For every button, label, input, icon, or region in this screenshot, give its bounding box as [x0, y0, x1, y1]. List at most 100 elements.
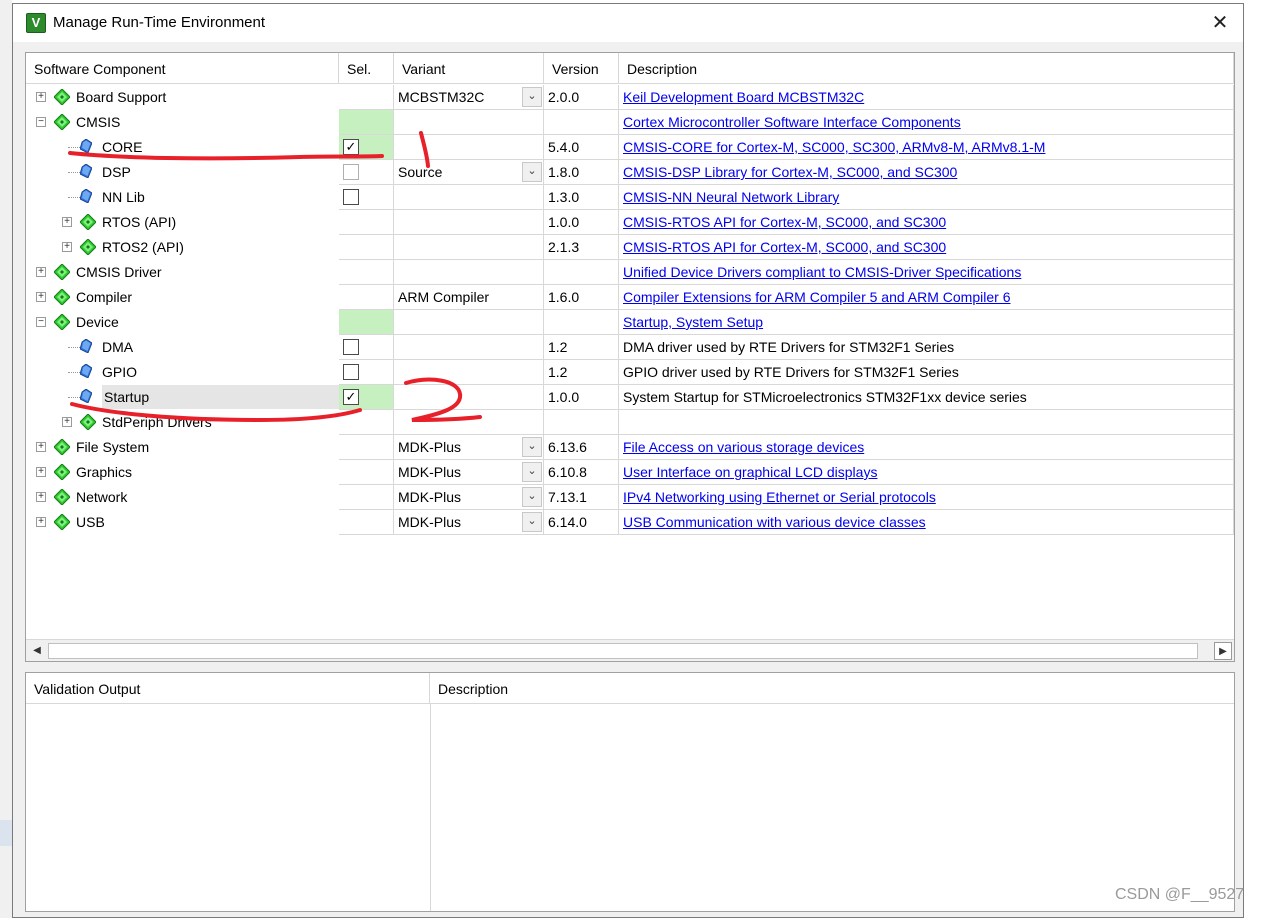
component-name[interactable]: DMA — [102, 335, 133, 359]
variant-dropdown-icon[interactable]: ⌄ — [522, 487, 542, 507]
component-row[interactable]: + USB MDK-Plus ⌄ 6.14.0 USB Communication wit… — [26, 510, 1234, 535]
collapse-minus-icon[interactable]: − — [36, 317, 46, 327]
variant-dropdown-icon[interactable]: ⌄ — [522, 437, 542, 457]
column-header-sel[interactable]: Sel. — [339, 53, 394, 84]
scroll-right-icon[interactable]: ▶ — [1214, 642, 1232, 660]
component-name[interactable]: Compiler — [76, 285, 132, 309]
column-header-version[interactable]: Version — [544, 53, 619, 84]
expand-plus-icon[interactable]: + — [36, 492, 46, 502]
column-header-description[interactable]: Description — [619, 53, 1234, 84]
version-cell: 2.0.0 — [544, 85, 619, 110]
select-checkbox[interactable] — [343, 364, 359, 380]
select-checkbox[interactable]: ✓ — [343, 389, 359, 405]
collapse-minus-icon[interactable]: − — [36, 117, 46, 127]
component-name[interactable]: Startup — [102, 385, 339, 409]
description-link[interactable]: CMSIS-RTOS API for Cortex-M, SC000, and … — [623, 239, 946, 255]
select-checkbox[interactable] — [343, 339, 359, 355]
component-name[interactable]: USB — [76, 510, 105, 534]
select-checkbox[interactable] — [343, 164, 359, 180]
component-name[interactable]: StdPeriph Drivers — [102, 410, 212, 434]
component-row[interactable]: + Board Support MCBSTM32C ⌄ 2.0.0 Keil Develo… — [26, 85, 1234, 110]
scroll-thumb[interactable] — [48, 643, 1198, 659]
description-link[interactable]: Compiler Extensions for ARM Compiler 5 a… — [623, 289, 1010, 305]
component-row[interactable]: − CMSIS Cortex Microcontroller Software In… — [26, 110, 1234, 135]
component-row[interactable]: DMA 1.2 DMA driver used by RTE Drivers for… — [26, 335, 1234, 360]
expand-plus-icon[interactable]: + — [36, 267, 46, 277]
expand-plus-icon[interactable]: + — [36, 92, 46, 102]
description-link[interactable]: USB Communication with various device cl… — [623, 514, 926, 530]
variant-dropdown-icon[interactable]: ⌄ — [522, 87, 542, 107]
component-row[interactable]: GPIO 1.2 GPIO driver used by RTE Drivers f… — [26, 360, 1234, 385]
expand-plus-icon[interactable]: + — [36, 517, 46, 527]
variant-value: MDK-Plus — [398, 514, 462, 530]
description-link[interactable]: Cortex Microcontroller Software Interfac… — [623, 114, 961, 130]
component-name[interactable]: RTOS2 (API) — [102, 235, 184, 259]
column-header-validation-description[interactable]: Description — [430, 673, 1234, 704]
component-row[interactable]: DSP Source ⌄ 1.8.0 CMSIS-DSP Library for Cor… — [26, 160, 1234, 185]
component-name[interactable]: GPIO — [102, 360, 137, 384]
expand-plus-icon[interactable]: + — [62, 242, 72, 252]
component-name[interactable]: Device — [76, 310, 119, 334]
component-row[interactable]: + RTOS (API) 1.0.0 CMSIS-RTOS API for Corte… — [26, 210, 1234, 235]
description-link[interactable]: CMSIS-CORE for Cortex-M, SC000, SC300, A… — [623, 139, 1045, 155]
component-name[interactable]: CORE — [102, 135, 142, 159]
component-row[interactable]: NN Lib 1.3.0 CMSIS-NN Neural Network Libra… — [26, 185, 1234, 210]
component-name[interactable]: CMSIS — [76, 110, 120, 134]
column-header-component[interactable]: Software Component — [26, 53, 339, 84]
variant-dropdown-icon[interactable]: ⌄ — [522, 462, 542, 482]
variant-dropdown-icon[interactable]: ⌄ — [522, 512, 542, 532]
component-name[interactable]: CMSIS Driver — [76, 260, 162, 284]
description-link[interactable]: File Access on various storage devices — [623, 439, 864, 455]
variant-cell[interactable]: MDK-Plus ⌄ — [394, 510, 544, 535]
column-header-validation-output[interactable]: Validation Output — [26, 673, 430, 704]
horizontal-scrollbar[interactable]: ◀ ▶ — [26, 639, 1234, 661]
description-link[interactable]: CMSIS-DSP Library for Cortex-M, SC000, a… — [623, 164, 957, 180]
select-checkbox[interactable]: ✓ — [343, 139, 359, 155]
description-link[interactable]: Startup, System Setup — [623, 314, 763, 330]
component-name[interactable]: NN Lib — [102, 185, 145, 209]
scroll-left-icon[interactable]: ◀ — [28, 642, 46, 660]
version-cell — [544, 310, 619, 335]
component-row[interactable]: + File System MDK-Plus ⌄ 6.13.6 File Access o… — [26, 435, 1234, 460]
component-row[interactable]: + RTOS2 (API) 2.1.3 CMSIS-RTOS API for Cort… — [26, 235, 1234, 260]
component-name[interactable]: Board Support — [76, 85, 166, 109]
variant-dropdown-icon[interactable]: ⌄ — [522, 162, 542, 182]
component-row[interactable]: + CMSIS Driver Unified Device Drivers comp… — [26, 260, 1234, 285]
expand-plus-icon[interactable]: + — [36, 292, 46, 302]
component-row[interactable]: + Graphics MDK-Plus ⌄ 6.10.8 User Interface o… — [26, 460, 1234, 485]
expand-plus-icon[interactable]: + — [36, 442, 46, 452]
component-row[interactable]: + StdPeriph Drivers — [26, 410, 1234, 435]
select-checkbox[interactable] — [343, 189, 359, 205]
description-link[interactable]: Keil Development Board MCBSTM32C — [623, 89, 864, 105]
close-button[interactable]: ✕ — [1197, 4, 1243, 42]
component-row[interactable]: Startup ✓ 1.0.0 System Startup for STMicroe… — [26, 385, 1234, 410]
variant-cell[interactable]: Source ⌄ — [394, 160, 544, 185]
component-row[interactable]: CORE ✓ 5.4.0 CMSIS-CORE for Cortex-M, SC000… — [26, 135, 1234, 160]
variant-cell[interactable]: MDK-Plus ⌄ — [394, 435, 544, 460]
description-link[interactable]: CMSIS-RTOS API for Cortex-M, SC000, and … — [623, 214, 946, 230]
variant-cell[interactable]: MDK-Plus ⌄ — [394, 485, 544, 510]
column-header-variant[interactable]: Variant — [394, 53, 544, 84]
title-bar[interactable]: V Manage Run-Time Environment ✕ — [13, 4, 1243, 42]
component-name[interactable]: Network — [76, 485, 127, 509]
description-link[interactable]: Unified Device Drivers compliant to CMSI… — [623, 264, 1021, 280]
expand-plus-icon[interactable]: + — [36, 467, 46, 477]
description-link[interactable]: CMSIS-NN Neural Network Library — [623, 189, 839, 205]
expand-plus-icon[interactable]: + — [62, 217, 72, 227]
component-name[interactable]: Graphics — [76, 460, 132, 484]
sel-cell — [339, 410, 394, 435]
description-link[interactable]: IPv4 Networking using Ethernet or Serial… — [623, 489, 936, 505]
component-name[interactable]: RTOS (API) — [102, 210, 176, 234]
component-row[interactable]: − Device Startup, System Setup — [26, 310, 1234, 335]
variant-cell[interactable]: MCBSTM32C ⌄ — [394, 85, 544, 110]
component-name[interactable]: File System — [76, 435, 149, 459]
variant-cell[interactable]: MDK-Plus ⌄ — [394, 460, 544, 485]
description-text: GPIO driver used by RTE Drivers for STM3… — [623, 364, 959, 380]
description-link[interactable]: User Interface on graphical LCD displays — [623, 464, 877, 480]
expand-plus-icon[interactable]: + — [62, 417, 72, 427]
component-class-gem-icon — [54, 489, 70, 505]
component-row[interactable]: + Network MDK-Plus ⌄ 7.13.1 IPv4 Networking u… — [26, 485, 1234, 510]
sel-cell — [339, 210, 394, 235]
component-name[interactable]: DSP — [102, 160, 131, 184]
component-row[interactable]: + Compiler ARM Compiler 1.6.0 Compiler Exten… — [26, 285, 1234, 310]
